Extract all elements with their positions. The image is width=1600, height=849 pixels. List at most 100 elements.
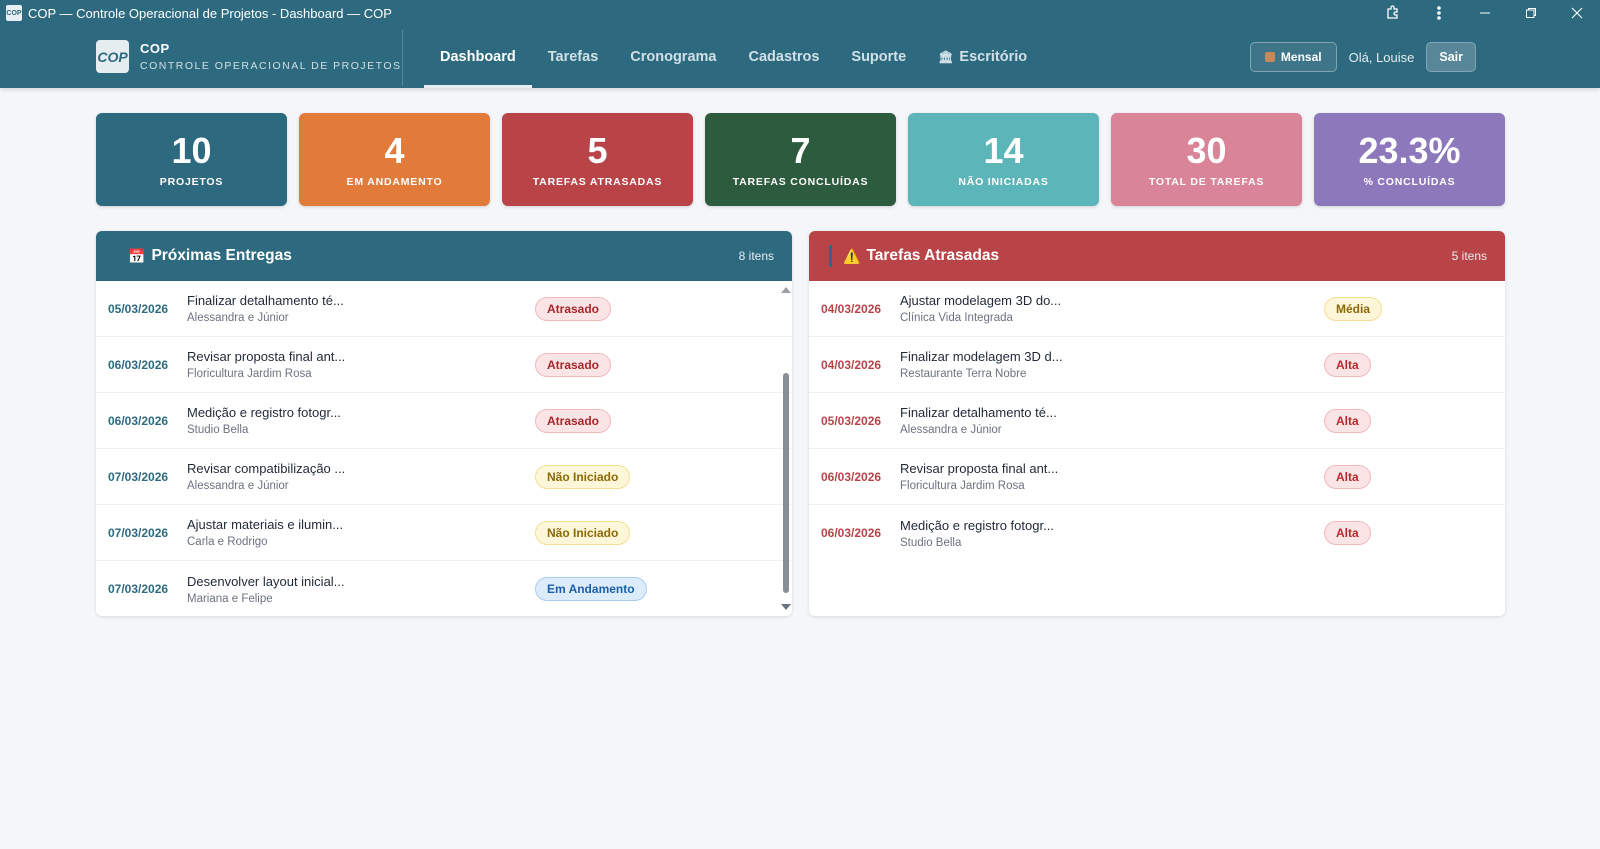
project-name: Alessandra e Júnior [900,424,1002,436]
panel-header: ⚠️ Tarefas Atrasadas 5 itens [809,231,1505,281]
list-item[interactable]: 07/03/2026 Revisar compatibilização ... A… [96,449,792,505]
app-header: COP COP CONTROLE OPERACIONAL DE PROJETOS… [0,26,1600,88]
project-name: Floricultura Jardim Rosa [900,480,1025,492]
project-name: Restaurante Terra Nobre [900,368,1027,380]
brand-name: COP [140,41,170,56]
user-greeting: Olá, Louise [1348,49,1415,65]
package-icon [1264,52,1275,62]
stat-label: % CONCLUÍDAS [1363,175,1456,188]
nav-escritorio[interactable]: 🏛 Escritório [922,26,1043,88]
warning-icon: ⚠️ [843,247,861,264]
main-nav: Dashboard Tarefas Cronograma Cadastros S… [424,26,1043,88]
due-date: 06/03/2026 [821,526,882,540]
stat-card-tarefas-atrasadas[interactable]: 5 TAREFAS ATRASADAS [502,113,693,206]
stat-value: 10 [171,129,212,171]
nav-dashboard[interactable]: Dashboard [424,26,532,88]
stat-card-projetos[interactable]: 10 PROJETOS [96,113,287,206]
project-name: Studio Bella [187,424,249,436]
brand-logo: COP [96,40,129,73]
more-options-icon[interactable] [1416,0,1462,26]
stat-label: TAREFAS CONCLUÍDAS [732,175,869,188]
nav-label: Tarefas [547,49,599,65]
period-button[interactable]: Mensal [1249,42,1337,72]
item-count: 5 itens [1451,249,1487,263]
tarefas-atrasadas-panel: ⚠️ Tarefas Atrasadas 5 itens 04/03/2026 … [809,231,1505,616]
priority-badge: Média [1324,296,1383,321]
restore-icon[interactable] [1508,0,1554,26]
list-item[interactable]: 06/03/2026 Revisar proposta final ant...… [96,337,792,393]
app-icon: COP [6,5,22,21]
list-item[interactable]: 06/03/2026 Medição e registro fotogr... S… [809,505,1505,561]
stat-label: PROJETOS [159,175,224,188]
list-item[interactable]: 04/03/2026 Finalizar modelagem 3D d... Re… [809,337,1505,393]
task-title: Ajustar materiais e ilumin... [187,517,344,532]
priority-badge: Alta [1324,464,1371,489]
minimize-icon[interactable] [1462,0,1508,26]
header-actions: Mensal Olá, Louise Sair [1249,42,1476,72]
task-title: Desenvolver layout inicial... [187,573,345,589]
nav-tarefas[interactable]: Tarefas [532,26,615,88]
project-name: Mariana e Felipe [187,592,273,605]
stat-label: NÃO INICIADAS [958,175,1049,188]
header-divider [402,30,403,86]
stat-card-total-tarefas[interactable]: 30 TOTAL DE TAREFAS [1111,113,1302,206]
nav-cronograma[interactable]: Cronograma [614,26,732,88]
stat-value: 5 [587,129,608,171]
task-title: Medição e registro fotogr... [187,405,341,420]
brand[interactable]: COP COP CONTROLE OPERACIONAL DE PROJETOS [96,40,402,73]
list-item[interactable]: 05/03/2026 Finalizar detalhamento té... A… [96,281,792,337]
scroll-up-arrow-icon[interactable] [781,287,791,293]
entregas-list: 05/03/2026 Finalizar detalhamento té... A… [96,281,792,616]
stat-card-tarefas-concluidas[interactable]: 7 TAREFAS CONCLUÍDAS [705,113,896,206]
stat-value: 7 [790,129,811,171]
window-title: COP — Controle Operacional de Projetos -… [28,5,392,21]
nav-cadastros[interactable]: Cadastros [732,26,835,88]
list-item[interactable]: 06/03/2026 Medição e registro fotogr... S… [96,393,792,449]
scroll-thumb[interactable] [783,373,789,593]
stat-card-percent-concluidas[interactable]: 23.3% % CONCLUÍDAS [1314,113,1505,206]
due-date: 07/03/2026 [108,469,169,484]
stat-card-em-andamento[interactable]: 4 EM ANDAMENTO [299,113,490,206]
panel-title: Próximas Entregas [151,247,292,264]
stat-label: TAREFAS ATRASADAS [532,175,663,188]
priority-badge: Alta [1324,352,1371,377]
brand-subtitle: CONTROLE OPERACIONAL DE PROJETOS [140,60,402,72]
status-badge: Atrasado [535,408,612,433]
list-scrollbar[interactable] [778,281,792,616]
task-title: Finalizar detalhamento té... [187,293,344,308]
list-item[interactable]: 04/03/2026 Ajustar modelagem 3D do... Clí… [809,281,1505,337]
status-badge: Atrasado [535,352,612,377]
extensions-icon[interactable] [1370,0,1416,26]
nav-label: Dashboard [440,49,516,65]
nav-label: Cadastros [748,49,820,65]
due-date: 04/03/2026 [821,357,882,372]
period-label: Mensal [1280,50,1322,64]
project-name: Studio Bella [900,536,962,549]
project-name: Clínica Vida Integrada [900,312,1013,324]
project-name: Alessandra e Júnior [187,480,289,492]
stat-label: TOTAL DE TAREFAS [1148,175,1265,188]
bank-icon: 🏛 [938,50,954,64]
project-name: Carla e Rodrigo [187,536,268,548]
window-titlebar: COP COP — Controle Operacional de Projet… [0,0,1600,26]
list-item[interactable]: 07/03/2026 Ajustar materiais e ilumin...… [96,505,792,561]
nav-suporte[interactable]: Suporte [835,26,922,88]
calendar-icon: 📅 [128,247,146,264]
project-name: Alessandra e Júnior [187,312,289,324]
task-title: Revisar proposta final ant... [900,461,1059,476]
list-item[interactable]: 05/03/2026 Finalizar detalhamento té... A… [809,393,1505,449]
nav-label: Escritório [959,49,1028,65]
stat-value: 4 [384,129,405,171]
header-accent-bar [829,245,832,267]
task-title: Ajustar modelagem 3D do... [900,293,1062,308]
logout-button[interactable]: Sair [1426,42,1476,72]
task-title: Revisar compatibilização ... [187,461,346,476]
due-date: 04/03/2026 [821,301,882,316]
list-item[interactable]: 07/03/2026 Desenvolver layout inicial...… [96,561,792,616]
panel-header: 📅 Próximas Entregas 8 itens [96,231,792,281]
scroll-down-arrow-icon[interactable] [781,604,791,610]
list-item[interactable]: 06/03/2026 Revisar proposta final ant...… [809,449,1505,505]
close-icon[interactable] [1554,0,1600,26]
nav-label: Cronograma [630,49,717,65]
stat-card-nao-iniciadas[interactable]: 14 NÃO INICIADAS [908,113,1099,206]
